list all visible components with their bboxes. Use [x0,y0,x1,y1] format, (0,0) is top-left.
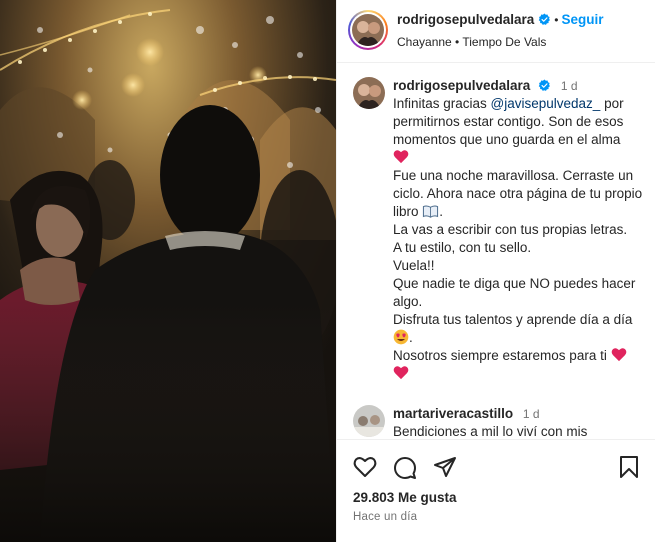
caption-line6: Que nadie te diga que NO puedes hacer al… [393,276,636,309]
comment-time: 1 d [522,407,540,421]
comment-icon[interactable] [393,456,417,480]
caption-username[interactable]: rodrigosepulvedalara [393,78,530,93]
post-caption: rodrigosepulvedalara 1 d Infinitas graci… [393,77,643,383]
audio-track-link[interactable]: Chayanne • Tiempo De Vals [397,35,546,49]
caption-line8: Nosotros siempre estaremos para ti [393,348,607,363]
caption-line5: Vuela!! [393,258,435,273]
caption-line4: A tu estilo, con tu sello. [393,240,532,255]
caption-line1-pre: Infinitas gracias [393,96,491,111]
header-separator: • [554,12,559,27]
caption-line7: Disfruta tus talentos y aprende día a dí… [393,312,633,327]
post-header: rodrigosepulvedalara • Seguir Chayanne •… [337,0,655,63]
heart-eyes-emoji-icon [393,329,409,345]
post-media[interactable] [0,0,336,542]
verified-badge-icon [538,79,550,91]
author-username[interactable]: rodrigosepulvedalara [397,12,534,27]
post-time: Hace un día [353,511,418,523]
red-heart-emoji-icon [393,366,409,380]
comments-list[interactable]: rodrigosepulvedalara 1 d Infinitas graci… [337,63,655,439]
open-book-emoji-icon [423,205,439,218]
post-actions: 29.803 Me gusta Hace un día [337,439,655,542]
heart-icon[interactable] [353,456,377,478]
caption-line3: La vas a escribir con tus propias letras… [393,222,628,237]
comment-item: martariveracastillo 1 d Bendiciones a mi… [393,405,643,439]
mention-link[interactable]: @javisepulvedaz_ [491,96,601,111]
caption-time: 1 d [560,79,578,93]
author-row: rodrigosepulvedalara • Seguir [397,12,604,27]
author-avatar[interactable] [348,10,388,50]
post-panel: rodrigosepulvedalara • Seguir Chayanne •… [336,0,655,542]
likes-count[interactable]: 29.803 Me gusta [353,490,457,505]
commenter-avatar[interactable] [353,405,385,437]
follow-button[interactable]: Seguir [562,12,604,27]
comment-text: Bendiciones a mil lo viví con mis [393,424,588,439]
red-heart-emoji-icon [393,150,409,164]
bookmark-icon[interactable] [619,456,639,478]
commenter-username[interactable]: martariveracastillo [393,406,513,421]
caption-author-avatar[interactable] [353,77,385,109]
dance-photo [0,0,336,542]
verified-badge-icon [539,13,551,25]
red-heart-emoji-icon [611,348,626,362]
share-icon[interactable] [433,456,457,478]
